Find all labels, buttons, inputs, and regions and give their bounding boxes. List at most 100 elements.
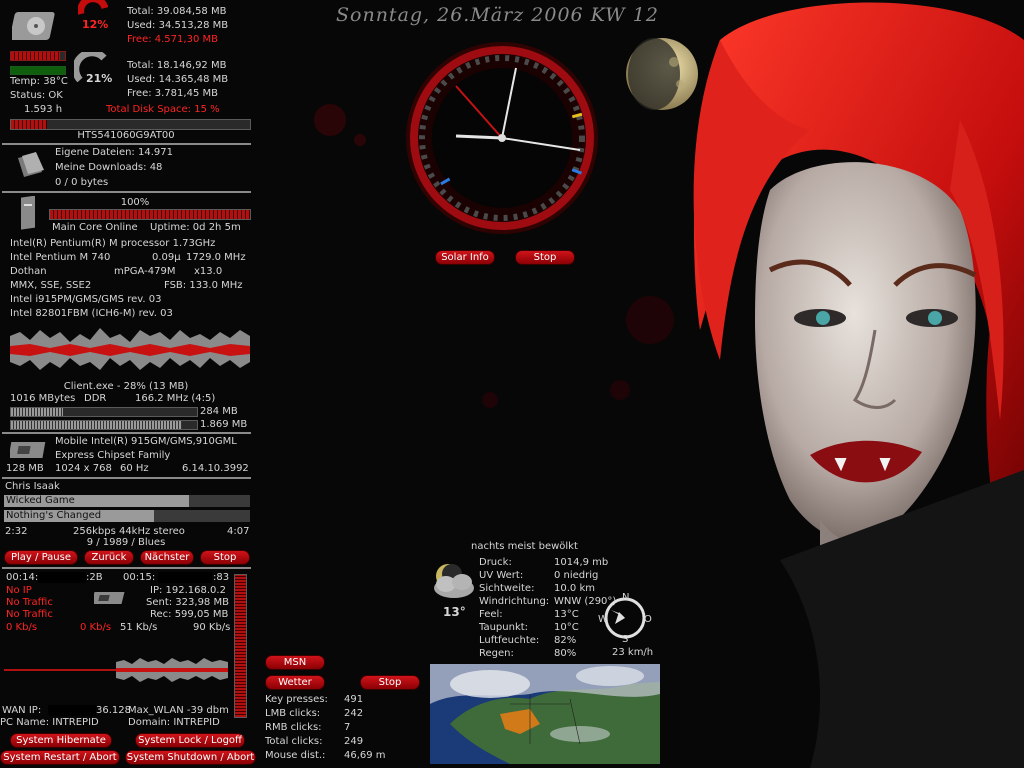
- input-lmb: 242: [344, 708, 364, 719]
- memory-type: DDR: [84, 393, 107, 404]
- files-eigene: Eigene Dateien: 14.971: [55, 147, 173, 158]
- disk-d-total: Total: 18.146,92 MB: [127, 60, 227, 71]
- weather-row-value: 13°C: [554, 609, 579, 620]
- back-button[interactable]: Zurück: [84, 550, 134, 565]
- weather-row-value: 10°C: [554, 622, 579, 633]
- cpu-socket: mPGA-479M: [114, 266, 176, 277]
- disk-d-free: Free: 3.781,45 MB: [127, 88, 218, 99]
- separator: [2, 191, 251, 193]
- clock-stop-button[interactable]: Stop: [515, 250, 575, 265]
- disk-d-bar: [10, 66, 66, 75]
- weather-row-value: 0 niedrig: [554, 570, 599, 581]
- weather-row-label: Regen:: [479, 648, 514, 659]
- files-downloads: Meine Downloads: 48: [55, 162, 163, 173]
- net-ip: IP: 192.168.0.2: [150, 585, 226, 596]
- play-pause-button[interactable]: Play / Pause: [4, 550, 78, 565]
- weather-row-label: Luftfeuchte:: [479, 635, 540, 646]
- hard-disk-icon: [12, 12, 55, 40]
- system-hibernate-button[interactable]: System Hibernate: [10, 733, 112, 748]
- cpu-codename: Dothan: [10, 266, 47, 277]
- disk-status: Status: OK: [10, 90, 63, 101]
- net-kbs3: 51 Kb/s: [120, 622, 158, 633]
- memory-phys-bar: [10, 407, 198, 417]
- disk-temp: Temp: 38°C: [10, 76, 68, 87]
- net-mac1-end: :2B: [86, 572, 103, 583]
- cpu-clock: 1729.0 MHz: [186, 252, 246, 263]
- cpu-chipset2: Intel 82801FBM (ICH6-M) rev. 03: [10, 308, 173, 319]
- computer-tower-icon: [21, 196, 35, 230]
- cloud-moon-icon: [434, 564, 474, 598]
- disk-c-total: Total: 39.084,58 MB: [127, 6, 227, 17]
- wetter-stop-button[interactable]: Stop: [360, 675, 420, 690]
- media-stop-button[interactable]: Stop: [200, 550, 250, 565]
- net-wlan: Max_WLAN -39 dbm: [128, 705, 229, 716]
- redacted-block: [38, 572, 86, 583]
- compass-s: S: [622, 634, 629, 645]
- solar-info-button[interactable]: Solar Info: [435, 250, 495, 265]
- net-domain: Domain: INTREPID: [128, 717, 220, 728]
- gpu-name2: Express Chipset Family: [55, 450, 171, 461]
- gpu-res: 1024 x 768: [55, 463, 112, 474]
- graphics-card-icon: [10, 442, 46, 458]
- disk-c-free: Free: 4.571,30 MB: [127, 34, 218, 45]
- net-rec: Rec: 599,05 MB: [150, 609, 229, 620]
- media-track2: Nothing's Changed: [6, 510, 102, 521]
- wallpaper-character: [693, 2, 1024, 768]
- separator: [2, 432, 251, 434]
- net-kbs1: 0 Kb/s: [6, 622, 38, 633]
- net-kbs2: 0 Kb/s: [80, 622, 112, 633]
- gpu-hz: 60 Hz: [120, 463, 149, 474]
- wetter-button[interactable]: Wetter: [265, 675, 325, 690]
- disk-c-bar: [10, 51, 66, 61]
- disk-d-used: Used: 14.365,48 MB: [127, 74, 229, 85]
- cpu-multiplier: x13.0: [194, 266, 223, 277]
- memory-size: 1016 MBytes: [10, 393, 76, 404]
- input-dist: 46,69 m: [344, 750, 386, 761]
- system-restart-button[interactable]: System Restart / Abort: [0, 750, 120, 765]
- input-lmb-label: LMB clicks:: [265, 708, 321, 719]
- system-lock-button[interactable]: System Lock / Logoff: [135, 733, 245, 748]
- weather-row-label: Feel:: [479, 609, 503, 620]
- input-total: 249: [344, 736, 364, 747]
- weather-row-label: UV Wert:: [479, 570, 524, 581]
- media-elapsed: 2:32: [5, 526, 28, 537]
- disk-c-gauge-icon: [78, 0, 108, 15]
- analog-clock: [406, 42, 598, 234]
- wlan-signal-bar: [234, 574, 247, 718]
- input-keys-label: Key presses:: [265, 694, 328, 705]
- net-noip: No IP: [6, 585, 32, 596]
- weather-row-label: Druck:: [479, 557, 512, 568]
- cpu-history-graph: [10, 328, 250, 370]
- media-track2-row[interactable]: Nothing's Changed: [4, 510, 250, 522]
- separator: [2, 567, 251, 569]
- media-track1-row[interactable]: Wicked Game: [4, 495, 250, 507]
- net-sent: Sent: 323,98 MB: [146, 597, 229, 608]
- net-mac2: 00:15:: [123, 572, 156, 583]
- cpu-name: Intel(R) Pentium(R) M processor 1.73GHz: [10, 238, 216, 249]
- net-kbs4: 90 Kb/s: [193, 622, 231, 633]
- cpu-process: 0.09µ: [152, 252, 181, 263]
- gpu-mem: 128 MB: [6, 463, 44, 474]
- weather-row-label: Windrichtung:: [479, 596, 550, 607]
- memory-phys: 284 MB: [200, 406, 238, 417]
- disk-total-bar: [10, 119, 251, 130]
- net-wan-end: 36.128: [96, 705, 131, 716]
- weather-row-value: 10.0 km: [554, 583, 595, 594]
- cpu-model: Intel Pentium M 740: [10, 252, 111, 263]
- weather-satellite-map[interactable]: [430, 664, 660, 764]
- input-keys: 491: [344, 694, 364, 705]
- memory-process: Client.exe - 28% (13 MB): [63, 381, 189, 392]
- separator: [2, 143, 251, 145]
- media-artist: Chris Isaak: [5, 481, 60, 492]
- system-shutdown-button[interactable]: System Shutdown / Abort: [125, 750, 256, 765]
- input-rmb-label: RMB clicks:: [265, 722, 322, 733]
- disk-d-percent: 21%: [86, 72, 113, 85]
- next-button[interactable]: Nächster: [140, 550, 194, 565]
- cpu-fsb: FSB: 133.0 MHz: [164, 280, 243, 291]
- disk-c-used: Used: 34.513,28 MB: [127, 20, 229, 31]
- msn-button[interactable]: MSN: [265, 655, 325, 670]
- wind-speed: 23 km/h: [612, 647, 654, 658]
- weather-temp: 13°: [443, 605, 466, 619]
- network-card-icon: [94, 592, 125, 604]
- files-bytes: 0 / 0 bytes: [55, 177, 109, 188]
